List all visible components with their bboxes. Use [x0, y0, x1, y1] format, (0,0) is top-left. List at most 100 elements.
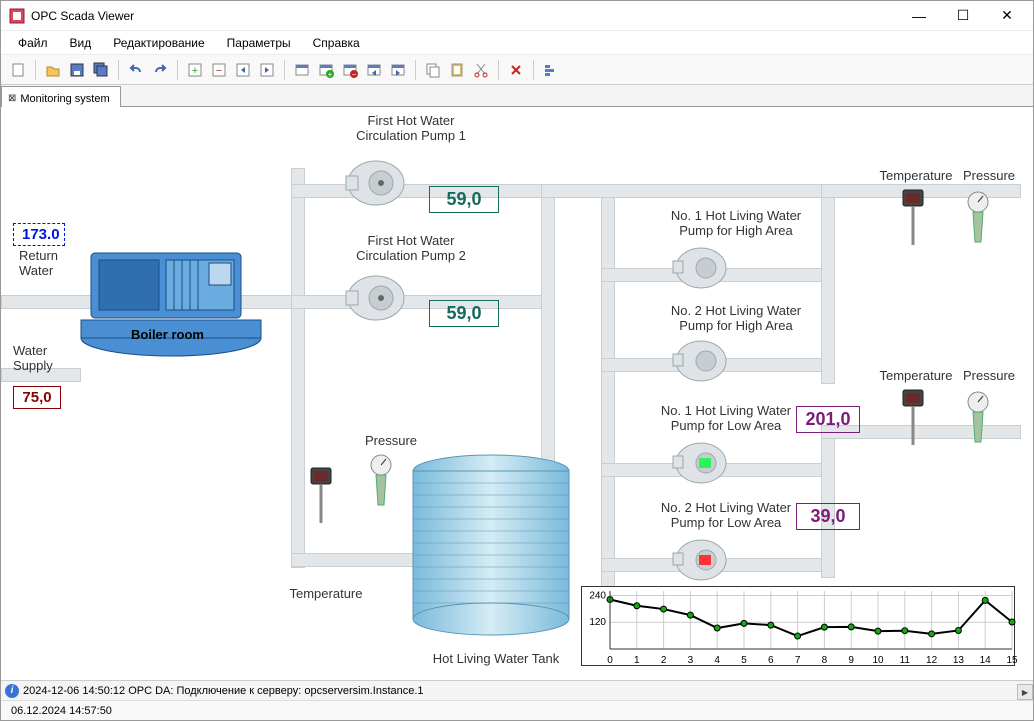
pressure-label: Pressure [959, 168, 1019, 183]
svg-text:15: 15 [1006, 655, 1018, 666]
maximize-button[interactable]: ☐ [941, 2, 985, 30]
pressure-label: Pressure [361, 433, 421, 448]
svg-text:13: 13 [953, 655, 965, 666]
gauge-icon [963, 390, 993, 450]
log-bar: i 2024-12-06 14:50:12 OPC DA: Подключени… [1, 680, 1033, 700]
new-icon[interactable] [7, 59, 29, 81]
pump-small-icon [671, 243, 741, 293]
svg-text:+: + [328, 70, 333, 79]
temperature-label: Temperature [876, 168, 956, 183]
pipe [291, 295, 551, 309]
svg-text:5: 5 [741, 655, 747, 666]
pipe [821, 184, 835, 384]
svg-text:4: 4 [714, 655, 720, 666]
tabbar: ⊠ Monitoring system [1, 85, 1033, 107]
align-icon[interactable] [540, 59, 562, 81]
window-left-icon[interactable] [363, 59, 385, 81]
status-time: 06.12.2024 14:57:50 [11, 705, 112, 717]
remove-page-icon[interactable]: − [208, 59, 230, 81]
sensor-icon [898, 390, 928, 450]
open-icon[interactable] [42, 59, 64, 81]
return-water-label: Return Water [19, 248, 69, 278]
svg-text:−: − [352, 70, 357, 79]
svg-text:3: 3 [688, 655, 694, 666]
saveall-icon[interactable] [90, 59, 112, 81]
return-water-value: 173.0 [13, 223, 65, 246]
page-left-icon[interactable] [232, 59, 254, 81]
info-icon: i [5, 684, 19, 698]
window-right-icon[interactable] [387, 59, 409, 81]
svg-text:0: 0 [607, 655, 613, 666]
pump-small-icon [671, 336, 741, 386]
low-pump2-label: No. 2 Hot Living Water Pump for Low Area [656, 500, 796, 530]
sensor-icon [898, 190, 928, 250]
cut-icon[interactable] [470, 59, 492, 81]
menu-file[interactable]: Файл [9, 33, 57, 53]
high-pump1-label: No. 1 Hot Living Water Pump for High Are… [661, 208, 811, 238]
app-icon [9, 8, 25, 24]
copy-icon[interactable] [422, 59, 444, 81]
toolbar: + − + − [1, 55, 1033, 85]
svg-text:9: 9 [848, 655, 854, 666]
titlebar: OPC Scada Viewer — ☐ ✕ [1, 1, 1033, 31]
window-remove-icon[interactable]: − [339, 59, 361, 81]
pump2-value: 59,0 [429, 300, 499, 327]
scroll-right-icon[interactable]: ▶ [1017, 684, 1033, 700]
pump-small-icon [671, 438, 741, 488]
pipe [291, 168, 305, 568]
window-icon[interactable] [291, 59, 313, 81]
close-button[interactable]: ✕ [985, 2, 1029, 30]
svg-text:12: 12 [926, 655, 938, 666]
temperature-label: Temperature [286, 586, 366, 601]
tab-label: Monitoring system [20, 93, 109, 105]
pump1-value: 59,0 [429, 186, 499, 213]
menu-view[interactable]: Вид [61, 33, 101, 53]
tab-monitoring[interactable]: ⊠ Monitoring system [1, 86, 121, 107]
paste-icon[interactable] [446, 59, 468, 81]
temperature-label: Temperature [876, 368, 956, 383]
sensor-icon [306, 468, 336, 528]
svg-text:1: 1 [634, 655, 640, 666]
high-pump2-label: No. 2 Hot Living Water Pump for High Are… [661, 303, 811, 333]
low-pump2-value: 39,0 [796, 503, 860, 530]
menu-edit[interactable]: Редактирование [104, 33, 213, 53]
window-title: OPC Scada Viewer [31, 9, 897, 23]
gauge-icon [963, 190, 993, 250]
redo-icon[interactable] [149, 59, 171, 81]
boiler-icon [81, 238, 271, 363]
page-right-icon[interactable] [256, 59, 278, 81]
pump-icon [341, 268, 421, 323]
svg-text:7: 7 [795, 655, 801, 666]
gauge-icon [366, 453, 396, 513]
status-bar: 06.12.2024 14:57:50 [1, 700, 1033, 720]
menubar: Файл Вид Редактирование Параметры Справк… [1, 31, 1033, 55]
svg-text:14: 14 [980, 655, 992, 666]
pump-small-icon [671, 535, 741, 585]
low-pump1-label: No. 1 Hot Living Water Pump for Low Area [656, 403, 796, 433]
menu-params[interactable]: Параметры [218, 33, 300, 53]
water-supply-value: 75,0 [13, 386, 61, 409]
pump2-label: First Hot Water Circulation Pump 2 [336, 233, 486, 263]
svg-text:120: 120 [589, 617, 606, 628]
svg-text:10: 10 [872, 655, 884, 666]
tab-close-icon[interactable]: ⊠ [8, 93, 16, 104]
svg-text:2: 2 [661, 655, 667, 666]
svg-text:−: − [216, 65, 222, 77]
pipe [601, 184, 615, 604]
menu-help[interactable]: Справка [304, 33, 369, 53]
svg-text:11: 11 [900, 655, 911, 666]
undo-icon[interactable] [125, 59, 147, 81]
save-icon[interactable] [66, 59, 88, 81]
svg-text:+: + [192, 65, 198, 77]
minimize-button[interactable]: — [897, 2, 941, 30]
log-text: 2024-12-06 14:50:12 OPC DA: Подключение … [23, 685, 424, 697]
pressure-label: Pressure [959, 368, 1019, 383]
boiler-label: Boiler room [131, 327, 204, 342]
scada-canvas: Boiler room 173.0 Return Water Water Sup… [1, 108, 1033, 680]
add-page-icon[interactable]: + [184, 59, 206, 81]
trend-chart: 1202400123456789101112131415 [581, 586, 1015, 666]
delete-icon[interactable] [505, 59, 527, 81]
window-add-icon[interactable]: + [315, 59, 337, 81]
svg-text:240: 240 [589, 590, 606, 601]
pipe [291, 184, 551, 198]
